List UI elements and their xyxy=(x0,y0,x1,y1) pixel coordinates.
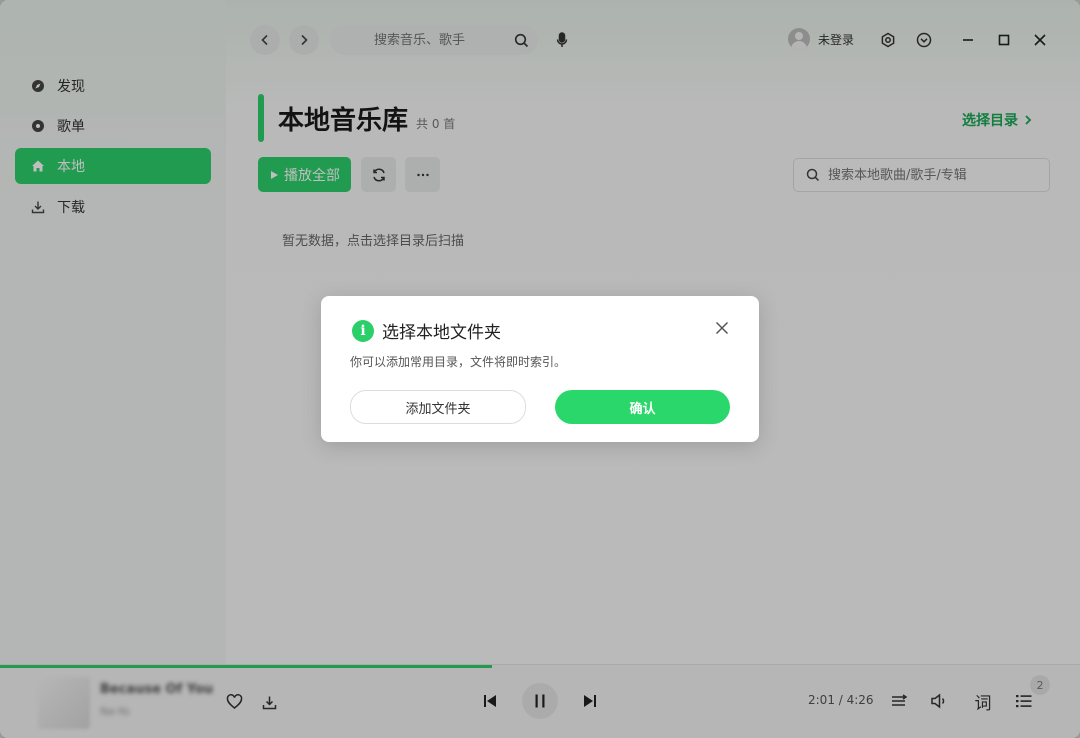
confirm-button[interactable]: 确认 xyxy=(555,390,730,424)
dialog-title: 选择本地文件夹 xyxy=(382,323,501,343)
info-icon: i xyxy=(352,319,374,342)
add-folder-button[interactable]: 添加文件夹 xyxy=(350,390,526,424)
dialog-description: 你可以添加常用目录，文件将即时索引。 xyxy=(350,355,567,369)
close-icon[interactable] xyxy=(715,320,729,335)
dialog-header: i 选择本地文件夹 xyxy=(352,318,501,343)
select-folder-dialog: i 选择本地文件夹 你可以添加常用目录，文件将即时索引。 添加文件夹 确认 xyxy=(321,296,759,442)
